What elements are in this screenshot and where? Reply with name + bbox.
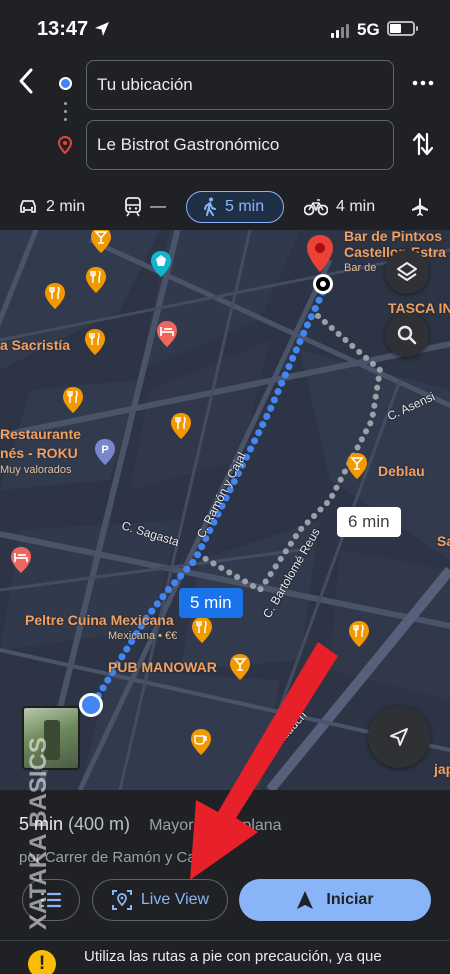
origin-field[interactable]: Tu ubicación (86, 60, 394, 110)
travel-mode-bar: 2 min — 5 min 4 min (0, 186, 450, 226)
warning-text: Utiliza las rutas a pie con precaución, … (84, 948, 382, 965)
origin-dot-icon (59, 77, 72, 90)
bar-pin-icon[interactable] (90, 230, 112, 254)
walking-icon (204, 197, 216, 216)
mode-car-label: 2 min (46, 198, 86, 215)
restaurant-pin-icon[interactable] (44, 282, 66, 310)
mode-bike-label: 4 min (336, 198, 376, 215)
mode-flight[interactable] (410, 191, 430, 223)
search-icon (397, 325, 417, 345)
search-along-route-button[interactable] (385, 313, 429, 357)
layers-icon (397, 262, 417, 281)
mode-bike[interactable]: 4 min (304, 191, 375, 223)
place-mexicana: Mexicana • €€ (108, 630, 178, 642)
warning-icon: ! (28, 950, 56, 974)
restaurant-pin-icon[interactable] (84, 328, 106, 356)
restaurant-pin-icon[interactable] (170, 412, 192, 440)
car-icon (20, 200, 36, 213)
place-manowar[interactable]: PUB MANOWAR (108, 659, 217, 675)
route-summary: 5 min (400 m) Mayormente plana (19, 814, 282, 835)
mode-car[interactable]: 2 min (18, 191, 85, 223)
route-distance: (400 m) (68, 814, 131, 834)
place-jap: jap (434, 761, 450, 777)
navigation-icon (297, 891, 314, 909)
place-sa: Sa (437, 533, 450, 549)
network-type: 5G (357, 20, 380, 39)
restaurant-pin-icon[interactable] (191, 616, 213, 644)
hotel-pin-icon[interactable] (10, 546, 32, 574)
back-arrow-icon[interactable] (14, 66, 40, 96)
svg-text:XATAKA BASICS: XATAKA BASICS (25, 737, 52, 930)
mode-walk[interactable]: 5 min (186, 191, 284, 223)
live-view-icon (111, 890, 132, 910)
destination-pin-icon (58, 136, 72, 154)
bar-pin-icon[interactable] (346, 452, 368, 480)
location-arrow-icon (95, 22, 109, 36)
signal-icon (331, 24, 351, 38)
place-bar-de: Bar de (344, 262, 377, 274)
start-label: Iniciar (326, 891, 374, 908)
watermark-logo: XATAKA BASICS (25, 737, 52, 930)
layers-button[interactable] (385, 250, 429, 294)
route-time-chip[interactable]: 5 min (179, 588, 243, 618)
parking-pin-icon[interactable]: P (94, 438, 116, 466)
navigation-arrow-icon (390, 728, 408, 746)
place-deblau[interactable]: Deblau (378, 463, 425, 479)
status-bar: 13:47 5G (0, 0, 450, 58)
route-description: Mayormente plana (149, 817, 282, 834)
place-restaurante[interactable]: Restaurante (0, 426, 81, 442)
bar-pin-icon[interactable] (229, 653, 251, 681)
mode-walk-label: 5 min (225, 198, 265, 215)
place-tasca[interactable]: TASCA IN (388, 300, 450, 316)
cafe-pin-icon[interactable] (190, 728, 212, 756)
mode-transit[interactable]: — (124, 191, 166, 223)
destination-marker-icon[interactable] (304, 234, 336, 296)
place-pintxos[interactable]: Bar de Pintxos (344, 230, 442, 244)
shop-pin-icon[interactable] (150, 250, 172, 278)
hotel-pin-icon[interactable] (156, 320, 178, 348)
restaurant-pin-icon[interactable] (85, 266, 107, 294)
live-view-button[interactable]: Live View (92, 879, 228, 921)
route-summary-sheet: 5 min (400 m) Mayormente plana por Carre… (0, 790, 450, 974)
train-icon (125, 197, 141, 217)
my-location-button[interactable] (368, 706, 430, 768)
place-roku[interactable]: nés - ROKU (0, 445, 78, 461)
restaurant-pin-icon[interactable] (348, 620, 370, 648)
bike-icon (304, 199, 328, 216)
alt-route-time-chip[interactable]: 6 min (337, 507, 401, 537)
safety-warning: ! Utiliza las rutas a pie con precaución… (0, 940, 450, 974)
mode-transit-label: — (150, 198, 166, 215)
more-options-icon[interactable] (412, 72, 434, 94)
directions-header: Tu ubicación Le Bistrot Gastronómico 2 m… (0, 58, 450, 230)
map-view[interactable]: Bar de Pintxos Castellon Estra Bar de TA… (0, 230, 450, 790)
svg-text:P: P (101, 444, 108, 456)
battery-icon (387, 21, 418, 36)
live-view-label: Live View (140, 891, 210, 908)
place-sacristia[interactable]: a Sacristía (0, 337, 70, 353)
place-valorados: Muy valorados (0, 464, 72, 476)
start-navigation-button[interactable]: Iniciar (239, 879, 431, 921)
swap-route-icon[interactable] (412, 130, 434, 158)
restaurant-pin-icon[interactable] (62, 386, 84, 414)
place-peltre[interactable]: Peltre Cuina Mexicana (25, 612, 174, 628)
plane-icon (412, 198, 428, 216)
destination-field[interactable]: Le Bistrot Gastronómico (86, 120, 394, 170)
status-time: 13:47 (37, 18, 89, 40)
route-dots-icon (64, 102, 67, 126)
current-location-dot (79, 693, 103, 717)
